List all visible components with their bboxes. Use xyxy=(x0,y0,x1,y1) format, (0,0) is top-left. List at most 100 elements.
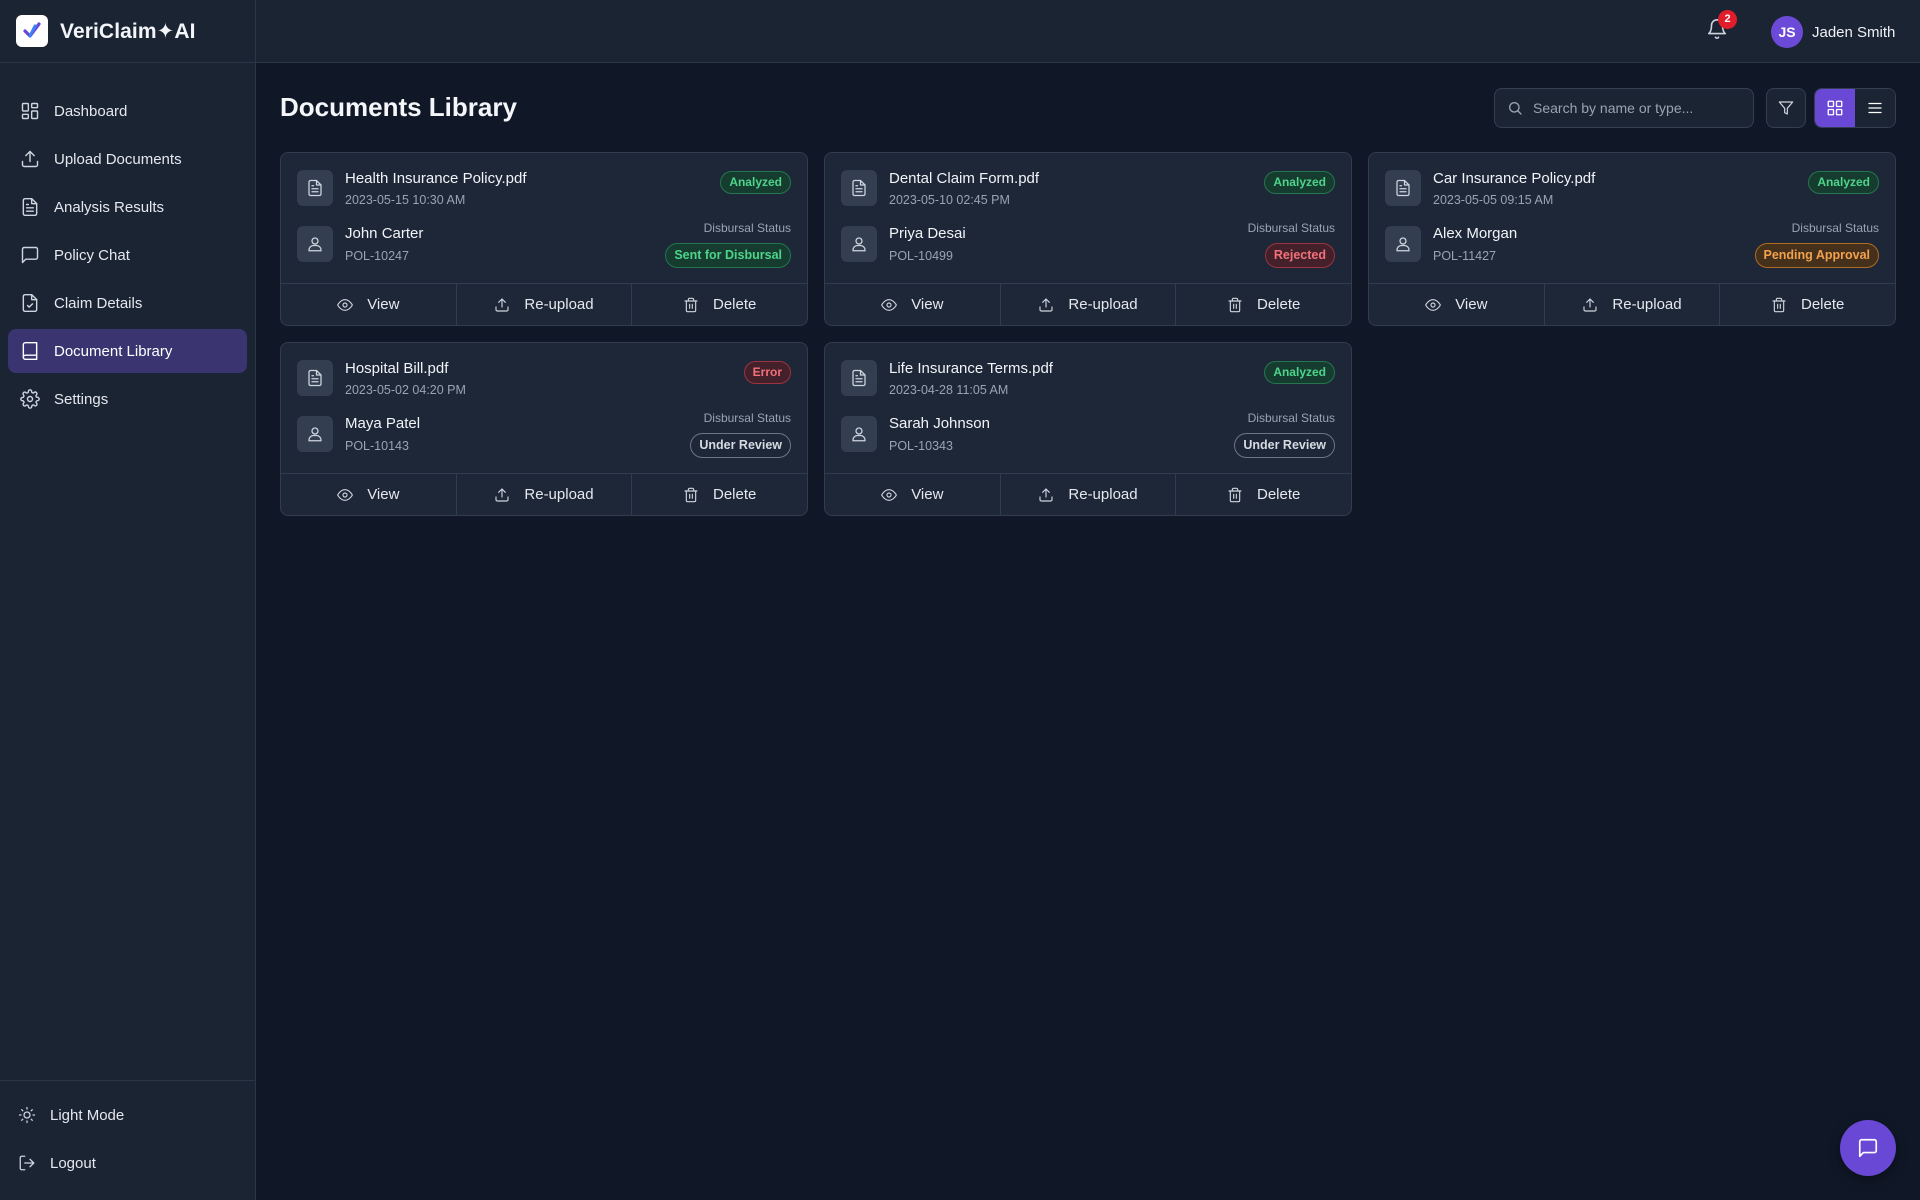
document-name: Health Insurance Policy.pdf xyxy=(345,170,527,187)
view-button[interactable]: View xyxy=(825,284,1001,325)
disbursal-status-badge: Under Review xyxy=(1234,433,1335,458)
chat-fab-button[interactable] xyxy=(1840,1120,1896,1176)
sidebar-item-label: Policy Chat xyxy=(54,246,130,264)
claimant-name: Maya Patel xyxy=(345,415,421,432)
policy-number: POL-10143 xyxy=(345,439,409,453)
reupload-label: Re-upload xyxy=(1068,486,1138,503)
delete-button[interactable]: Delete xyxy=(1176,284,1351,325)
notifications-button[interactable]: 2 xyxy=(1706,10,1737,42)
disbursal-status-label: Disbursal Status xyxy=(703,221,791,235)
view-button[interactable]: View xyxy=(825,474,1001,515)
search-input[interactable] xyxy=(1533,100,1743,116)
trash-icon xyxy=(1228,297,1242,312)
notification-count-badge: 2 xyxy=(1718,10,1737,29)
view-label: View xyxy=(911,296,944,313)
reupload-button[interactable]: Re-upload xyxy=(1545,284,1721,325)
delete-button[interactable]: Delete xyxy=(1176,474,1351,515)
reupload-button[interactable]: Re-upload xyxy=(457,474,633,515)
check-logo-icon xyxy=(16,15,48,47)
view-label: View xyxy=(911,486,944,503)
reupload-button[interactable]: Re-upload xyxy=(1001,284,1177,325)
delete-button[interactable]: Delete xyxy=(632,284,807,325)
eye-icon xyxy=(881,298,898,311)
delete-button[interactable]: Delete xyxy=(1720,284,1895,325)
filter-icon xyxy=(1778,101,1794,115)
sidebar-item-label: Analysis Results xyxy=(54,198,165,216)
user-name: Jaden Smith xyxy=(1812,23,1896,41)
reupload-button[interactable]: Re-upload xyxy=(457,284,633,325)
search-box[interactable] xyxy=(1494,88,1754,128)
user-icon xyxy=(841,226,877,262)
eye-icon xyxy=(337,488,354,501)
disbursal-status-label: Disbursal Status xyxy=(1791,221,1879,235)
sidebar-item-claim-details[interactable]: Claim Details xyxy=(8,281,247,325)
claimant-name: Sarah Johnson xyxy=(889,415,990,432)
list-view-button[interactable] xyxy=(1855,89,1895,127)
status-badge: Error xyxy=(743,361,791,384)
policy-number: POL-10499 xyxy=(889,249,953,263)
document-date: 2023-05-02 04:20 PM xyxy=(345,383,466,397)
filter-button[interactable] xyxy=(1766,88,1806,128)
brand[interactable]: VeriClaim✦AI xyxy=(0,0,255,63)
light-mode-toggle[interactable]: Light Mode xyxy=(8,1093,247,1137)
document-card: Health Insurance Policy.pdf 2023-05-15 1… xyxy=(280,152,808,326)
upload-icon xyxy=(495,297,509,312)
card-actions: View Re-upload Delete xyxy=(1369,283,1895,325)
reupload-label: Re-upload xyxy=(524,296,594,313)
document-date: 2023-04-28 11:05 AM xyxy=(889,383,1009,397)
reupload-button[interactable]: Re-upload xyxy=(1001,474,1177,515)
disbursal-status-label: Disbursal Status xyxy=(1247,221,1335,235)
sidebar-item-settings[interactable]: Settings xyxy=(8,377,247,421)
delete-label: Delete xyxy=(713,296,757,313)
disbursal-status-label: Disbursal Status xyxy=(1247,411,1335,425)
eye-icon xyxy=(337,298,354,311)
eye-icon xyxy=(881,488,898,501)
dashboard-icon xyxy=(21,102,39,120)
grid-view-button[interactable] xyxy=(1815,89,1855,127)
sidebar-item-label: Settings xyxy=(54,390,109,408)
policy-number: POL-11427 xyxy=(1433,249,1497,263)
reupload-label: Re-upload xyxy=(1068,296,1138,313)
avatar: JS xyxy=(1771,16,1803,48)
view-button[interactable]: View xyxy=(281,474,457,515)
trash-icon xyxy=(1228,487,1242,502)
eye-icon xyxy=(1425,298,1442,311)
trash-icon xyxy=(684,487,698,502)
delete-label: Delete xyxy=(1257,486,1301,503)
sidebar-item-upload-documents[interactable]: Upload Documents xyxy=(8,137,247,181)
chat-icon xyxy=(21,246,39,264)
sidebar-footer: Light Mode Logout xyxy=(0,1080,255,1200)
card-actions: View Re-upload Delete xyxy=(825,283,1351,325)
delete-button[interactable]: Delete xyxy=(632,474,807,515)
view-button[interactable]: View xyxy=(1369,284,1545,325)
document-card: Life Insurance Terms.pdf 2023-04-28 11:0… xyxy=(824,342,1352,516)
search-icon xyxy=(1509,102,1522,115)
view-button[interactable]: View xyxy=(281,284,457,325)
document-card: Dental Claim Form.pdf 2023-05-10 02:45 P… xyxy=(824,152,1352,326)
sidebar-item-document-library[interactable]: Document Library xyxy=(8,329,247,373)
user-menu[interactable]: JS Jaden Smith xyxy=(1771,16,1895,48)
page-title: Documents Library xyxy=(280,92,517,122)
disbursal-status-badge: Pending Approval xyxy=(1754,243,1879,268)
reupload-label: Re-upload xyxy=(1612,296,1682,313)
user-icon xyxy=(841,416,877,452)
sidebar-item-dashboard[interactable]: Dashboard xyxy=(8,89,247,133)
sidebar-item-label: Dashboard xyxy=(54,102,128,120)
upload-icon xyxy=(1583,297,1597,312)
sidebar-item-policy-chat[interactable]: Policy Chat xyxy=(8,233,247,277)
disbursal-status-badge: Under Review xyxy=(690,433,791,458)
file-icon xyxy=(297,170,333,206)
sidebar-item-analysis-results[interactable]: Analysis Results xyxy=(8,185,247,229)
card-actions: View Re-upload Delete xyxy=(825,473,1351,515)
document-date: 2023-05-05 09:15 AM xyxy=(1433,193,1554,207)
user-icon xyxy=(297,416,333,452)
document-date: 2023-05-15 10:30 AM xyxy=(345,193,466,207)
status-badge: Analyzed xyxy=(1264,171,1335,194)
app-name: VeriClaim✦AI xyxy=(60,19,196,43)
user-icon xyxy=(297,226,333,262)
claimant-name: John Carter xyxy=(345,225,424,242)
topbar: 2 JS Jaden Smith xyxy=(256,0,1920,63)
gear-icon xyxy=(20,389,40,409)
logout-button[interactable]: Logout xyxy=(8,1141,247,1185)
document-card: Car Insurance Policy.pdf 2023-05-05 09:1… xyxy=(1368,152,1896,326)
